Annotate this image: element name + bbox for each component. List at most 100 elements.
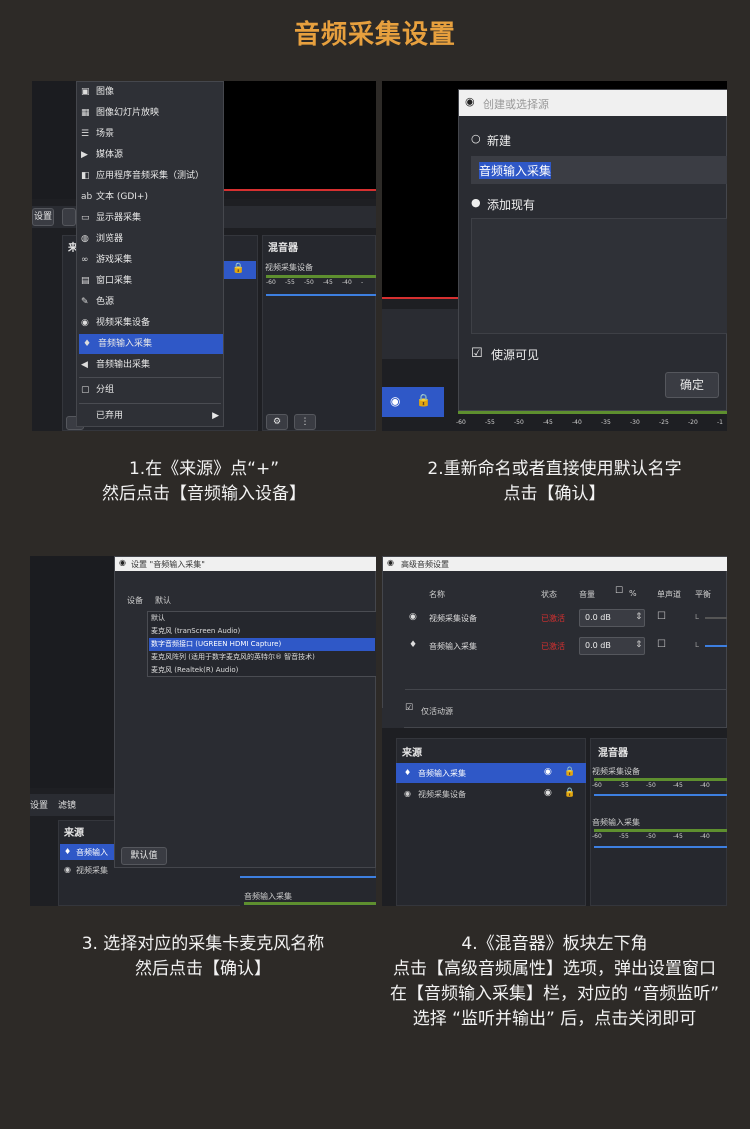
preview-canvas (222, 81, 376, 189)
menu-item[interactable]: ▦ 图像幻灯片放映 (77, 103, 223, 123)
divider (405, 689, 727, 690)
screenshot-step4: ◉ 高级音频设置 名称 状态 音量 ☐ % 单声道 平衡 ◉ 视频采集设备 已激活 0… (382, 556, 727, 906)
window-icon: ▤ (81, 276, 90, 286)
only-active-checkbox[interactable]: ☑ (405, 703, 413, 713)
menu-item[interactable]: ☰ 场景 (77, 124, 223, 144)
toolbar-button[interactable] (62, 208, 76, 226)
device-dropdown-list[interactable]: 默认 麦克风 (tranScreen Audio) 数字音频接口 (UGREEN H… (147, 611, 376, 677)
tick-label: -60 (592, 833, 602, 840)
tick-label: -45 (673, 833, 683, 840)
menu-item[interactable]: ▭ 显示器采集 (77, 208, 223, 228)
device-option[interactable]: 数字音频接口 (UGREEN HDMI Capture) (149, 638, 375, 651)
menu-item[interactable]: 已弃用 ▶ (77, 403, 223, 426)
lock-icon[interactable]: 🔒 (232, 263, 244, 274)
device-option[interactable]: 麦克风 (tranScreen Audio) (149, 625, 375, 638)
menu-item[interactable]: ◧ 应用程序音频采集（测试） (77, 166, 223, 186)
create-source-dialog: ◉ 创建或选择源 ○ 新建 音频输入采集 ● 添加现有 ☑ 使源可见 确定 (458, 89, 727, 411)
tick-label: -25 (659, 419, 669, 426)
radio-new[interactable]: ○ (471, 132, 481, 145)
balance-slider[interactable] (705, 645, 727, 647)
visible-checkbox-label: 使源可见 (491, 348, 540, 362)
list-icon: ☰ (81, 129, 90, 139)
tick-label: -50 (646, 782, 656, 789)
eye-icon[interactable]: ◉ (544, 788, 552, 798)
menu-item-label: 已弃用 (96, 411, 124, 421)
menu-item[interactable]: ▢ 分组 (77, 377, 223, 400)
menu-item[interactable]: ✎ 色源 (77, 292, 223, 312)
menu-item[interactable]: ◍ 浏览器 (77, 229, 223, 249)
tick-label: -40 (572, 419, 582, 426)
radio-existing[interactable]: ● (471, 196, 481, 209)
tick-label: - (361, 279, 364, 286)
menu-item-label: 分组 (96, 385, 115, 395)
preview-border (222, 189, 376, 191)
brush-icon: ✎ (81, 297, 89, 307)
caption-step3-line2: 然后点击【确认】 (135, 959, 271, 979)
volume-slider[interactable] (266, 294, 376, 296)
eye-icon[interactable]: ◉ (544, 767, 552, 777)
menu-item[interactable]: ∞ 游戏采集 (77, 250, 223, 270)
camera-icon: ◉ (64, 865, 71, 874)
tick-label: -60 (456, 419, 466, 426)
col-balance: 平衡 (695, 590, 711, 599)
percent-checkbox[interactable]: ☐ (615, 586, 623, 596)
gear-icon[interactable]: ⚙ (266, 414, 288, 430)
mic-icon: ♦ (404, 768, 412, 777)
col-mono: 单声道 (657, 590, 681, 599)
device-option[interactable]: 默认 (149, 612, 375, 625)
eye-icon[interactable]: ◉ (390, 394, 400, 408)
default-button[interactable]: 默认值 (121, 847, 167, 865)
existing-sources-list[interactable] (471, 218, 727, 334)
menu-item[interactable]: ◉ 视频采集设备 (77, 313, 223, 333)
ok-button[interactable]: 确定 (665, 372, 719, 398)
menu-item-label: 图像 (96, 87, 115, 97)
tick-label: -60 (266, 279, 276, 286)
source-row-selected[interactable]: ♦ 音频输入 (60, 844, 120, 860)
col-percent: % (629, 589, 637, 598)
spin-arrows-icon[interactable]: ⇕ (635, 640, 643, 650)
volume-slider-2[interactable] (594, 846, 727, 848)
source-row-selected[interactable]: ◉ 🔒 (382, 387, 444, 417)
dialog-title: 设置 "音频输入采集" (131, 560, 205, 569)
add-source-menu: ▣ 图像 ▦ 图像幻灯片放映 ☰ 场景 ▶ 媒体源 ◧ 应用程序音频采集（测试） ab 文本 (GDI… (76, 81, 224, 427)
lock-icon[interactable]: 🔒 (416, 393, 431, 407)
settings-button[interactable]: 设置 (32, 208, 54, 226)
volume-slider-1[interactable] (594, 794, 727, 796)
row-status: 已激活 (541, 614, 565, 623)
source-label-2: 视频采集设备 (418, 790, 466, 799)
menu-item[interactable]: ♦ 音频输入采集 (79, 334, 223, 354)
audio-meter (458, 411, 727, 414)
mono-checkbox[interactable]: ☐ (657, 639, 666, 650)
lock-icon[interactable]: 🔒 (564, 788, 575, 798)
tick-label: -55 (285, 279, 295, 286)
device-option[interactable]: 麦克风阵列 (适用于数字麦克风的英特尔® 智音技术) (149, 651, 375, 664)
mono-checkbox[interactable]: ☐ (657, 611, 666, 622)
device-label: 设备 (127, 596, 143, 605)
menu-item[interactable]: ▤ 窗口采集 (77, 271, 223, 291)
spin-arrows-icon[interactable]: ⇕ (635, 612, 643, 622)
screenshot-step2: ◉ 🔒 -60 -55 -50 -45 -40 -35 -30 -25 -20 -1 ◉ 创建或选… (382, 81, 727, 431)
caption-step4-line4: 选择 “监听并输出” 后，点击关闭即可 (412, 1009, 697, 1029)
menu-item-label: 浏览器 (96, 234, 124, 244)
source-row-selected[interactable]: 🔒 (222, 261, 256, 279)
volume-value: 0.0 dB (585, 641, 611, 650)
lock-icon[interactable]: 🔒 (564, 767, 575, 777)
settings-button[interactable]: 设置 (30, 798, 48, 811)
menu-item[interactable]: ▶ 媒体源 (77, 145, 223, 165)
filter-button[interactable]: 滤镜 (58, 798, 76, 811)
menu-item-label: 音频输入采集 (98, 339, 153, 349)
visible-checkbox[interactable]: ☑ (471, 346, 483, 361)
source-row-selected[interactable]: ♦ 音频输入采集 ◉ 🔒 (396, 763, 586, 783)
menu-item[interactable]: ab 文本 (GDI+) (77, 187, 223, 207)
menu-item[interactable]: ◀ 音频输出采集 (77, 355, 223, 375)
menu-divider (79, 377, 221, 378)
more-icon[interactable]: ⋮ (294, 414, 316, 430)
menu-item[interactable]: ▣ 图像 (77, 82, 223, 102)
device-option[interactable]: 麦克风 (Realtek(R) Audio) (149, 664, 375, 677)
device-select[interactable]: 默认 (155, 595, 171, 606)
caption-step1: 1.在《来源》点“+” 然后点击【音频输入设备】 (32, 457, 376, 507)
mixer-item-1: 视频采集设备 (592, 767, 640, 776)
balance-slider[interactable] (705, 617, 727, 619)
source-name-input[interactable]: 音频输入采集 (471, 156, 727, 184)
slideshow-icon: ▦ (81, 108, 90, 118)
